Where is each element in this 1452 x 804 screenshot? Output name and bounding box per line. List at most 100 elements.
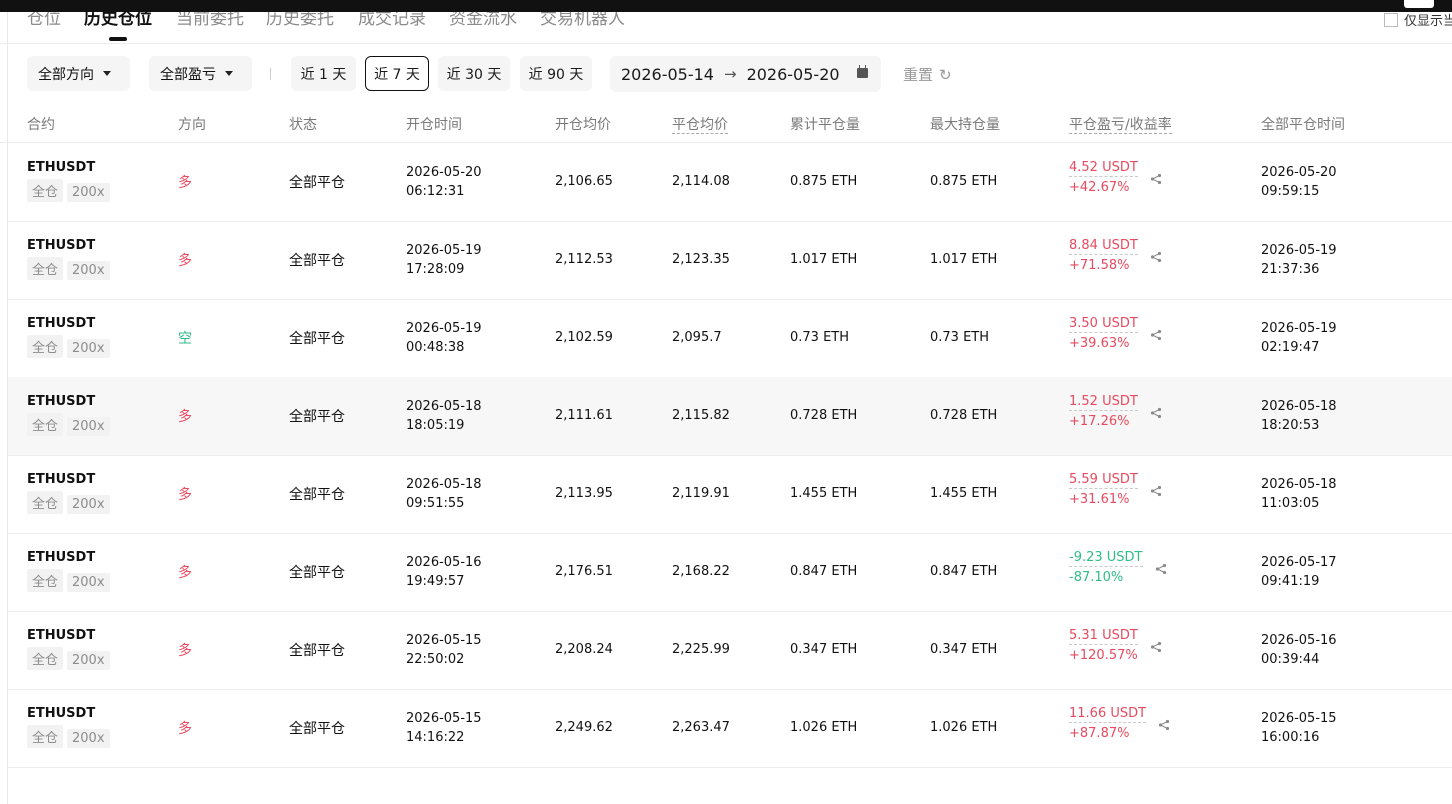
pnl-rate: +17.26%: [1069, 414, 1130, 429]
open-avg-price: 2,112.53: [555, 252, 613, 267]
open-date: 2026-05-15: [406, 711, 482, 726]
pnl-rate: +120.57%: [1069, 648, 1138, 663]
close-avg-price: 2,168.22: [672, 564, 730, 579]
pnl-cell: 4.52 USDT +42.67%: [1069, 160, 1161, 195]
direction: 多: [178, 643, 192, 659]
direction-dropdown[interactable]: 全部方向: [27, 56, 130, 91]
pnl-amount[interactable]: 5.59 USDT: [1069, 472, 1138, 489]
symbol[interactable]: ETHUSDT: [27, 628, 114, 643]
closed-qty: 1.017 ETH: [790, 252, 858, 267]
pnl-amount[interactable]: 8.84 USDT: [1069, 238, 1138, 255]
pnl-amount[interactable]: 3.50 USDT: [1069, 316, 1138, 333]
col-open-avg-price: 开仓均价: [555, 117, 611, 133]
close-clock: 21:37:36: [1261, 262, 1320, 277]
share-icon[interactable]: [1150, 407, 1162, 419]
pnl-dropdown-label: 全部盈亏: [160, 66, 216, 83]
pnl-cell: 1.52 USDT +17.26%: [1069, 394, 1161, 429]
share-icon[interactable]: [1150, 485, 1162, 497]
leverage-tag: 200x: [67, 261, 110, 280]
checkbox-icon[interactable]: [1384, 13, 1398, 27]
close-clock: 00:39:44: [1261, 652, 1320, 667]
range-1d-button[interactable]: 近 1 天: [291, 56, 356, 91]
table-row: ETHUSDT 全仓 200x 多 全部平仓 2026-05-20 06:12:3…: [8, 143, 1452, 222]
close-time: 2026-05-19 02:19:47: [1261, 319, 1337, 357]
direction: 多: [178, 721, 192, 737]
close-avg-price: 2,119.91: [672, 486, 730, 501]
closed-qty: 0.847 ETH: [790, 564, 858, 579]
symbol[interactable]: ETHUSDT: [27, 706, 114, 721]
close-date: 2026-05-18: [1261, 477, 1337, 492]
pnl-amount[interactable]: 5.31 USDT: [1069, 628, 1138, 645]
close-time: 2026-05-17 09:41:19: [1261, 553, 1337, 591]
range-30d-button[interactable]: 近 30 天: [438, 56, 510, 91]
pnl-amount[interactable]: 11.66 USDT: [1069, 706, 1147, 723]
open-avg-price: 2,111.61: [555, 408, 613, 423]
closed-qty: 0.875 ETH: [790, 174, 858, 189]
date-from[interactable]: 2026-05-14: [621, 65, 714, 84]
table-header: 合约 方向 状态 开仓时间 开仓均价 平仓均价 累计平仓量 最大持仓量 平仓盈亏…: [0, 104, 1452, 143]
status: 全部平仓: [289, 643, 345, 659]
close-date: 2026-05-20: [1261, 165, 1337, 180]
open-time: 2026-05-15 14:16:22: [406, 709, 482, 747]
table-row: ETHUSDT 全仓 200x 多 全部平仓 2026-05-16 19:49:5…: [8, 533, 1452, 612]
share-icon[interactable]: [1155, 563, 1167, 575]
pnl-amount[interactable]: 4.52 USDT: [1069, 160, 1138, 177]
close-avg-price: 2,263.47: [672, 720, 730, 735]
pnl-dropdown[interactable]: 全部盈亏: [149, 56, 252, 91]
date-range-picker[interactable]: 2026-05-14 → 2026-05-20: [610, 56, 881, 92]
max-position: 1.026 ETH: [930, 720, 998, 735]
leverage-tag: 200x: [67, 573, 110, 592]
filter-bar: 全部方向 全部盈亏 近 1 天 近 7 天 近 30 天 近 90 天 2026…: [0, 56, 1452, 92]
range-90d-button[interactable]: 近 90 天: [520, 56, 592, 91]
open-date: 2026-05-16: [406, 555, 482, 570]
open-avg-price: 2,106.65: [555, 174, 613, 189]
symbol[interactable]: ETHUSDT: [27, 238, 114, 253]
calendar-icon[interactable]: [857, 65, 868, 78]
open-time: 2026-05-18 18:05:19: [406, 397, 482, 435]
open-date: 2026-05-18: [406, 399, 482, 414]
direction: 空: [178, 331, 192, 347]
contract-cell: ETHUSDT 全仓 200x: [27, 394, 114, 436]
window-handle[interactable]: [1404, 0, 1434, 8]
range-7d-button[interactable]: 近 7 天: [365, 56, 429, 91]
col-close-avg-price[interactable]: 平仓均价: [672, 114, 728, 134]
share-icon[interactable]: [1150, 329, 1162, 341]
symbol[interactable]: ETHUSDT: [27, 394, 114, 409]
table-row: ETHUSDT 全仓 200x 多 全部平仓 2026-05-18 09:51:5…: [8, 455, 1452, 534]
pnl-cell: 3.50 USDT +39.63%: [1069, 316, 1161, 351]
col-contract: 合约: [27, 117, 55, 133]
col-close-time: 全部平仓时间: [1261, 117, 1345, 133]
leverage-tag: 200x: [67, 729, 110, 748]
pnl-rate: +31.61%: [1069, 492, 1130, 507]
col-closed-qty: 累计平仓量: [790, 117, 860, 133]
caret-down-icon: [103, 71, 111, 76]
pnl-amount[interactable]: -9.23 USDT: [1069, 550, 1143, 567]
share-icon[interactable]: [1150, 641, 1162, 653]
status: 全部平仓: [289, 175, 345, 191]
pnl-cell: 5.59 USDT +31.61%: [1069, 472, 1161, 507]
leverage-tag: 200x: [67, 495, 110, 514]
close-avg-price: 2,123.35: [672, 252, 730, 267]
refresh-icon: ↻: [939, 66, 952, 84]
symbol[interactable]: ETHUSDT: [27, 316, 114, 331]
open-date: 2026-05-19: [406, 243, 482, 258]
col-pnl-rate[interactable]: 平仓盈亏/收益率: [1069, 114, 1172, 134]
direction: 多: [178, 253, 192, 269]
open-clock: 06:12:31: [406, 184, 465, 199]
close-date: 2026-05-17: [1261, 555, 1337, 570]
share-icon[interactable]: [1150, 251, 1162, 263]
symbol[interactable]: ETHUSDT: [27, 550, 114, 565]
share-icon[interactable]: [1158, 719, 1170, 731]
symbol[interactable]: ETHUSDT: [27, 160, 114, 175]
pnl-amount[interactable]: 1.52 USDT: [1069, 394, 1138, 411]
col-max-position: 最大持仓量: [930, 117, 1000, 133]
margin-mode-tag: 全仓: [27, 491, 64, 514]
only-show-toggle[interactable]: 仅显示当: [1384, 10, 1452, 29]
reset-button[interactable]: 重置 ↻: [903, 64, 952, 85]
symbol[interactable]: ETHUSDT: [27, 472, 114, 487]
leverage-tag: 200x: [67, 339, 110, 358]
date-to[interactable]: 2026-05-20: [747, 65, 840, 84]
share-icon[interactable]: [1150, 173, 1162, 185]
close-date: 2026-05-16: [1261, 633, 1337, 648]
close-clock: 11:03:05: [1261, 496, 1320, 511]
